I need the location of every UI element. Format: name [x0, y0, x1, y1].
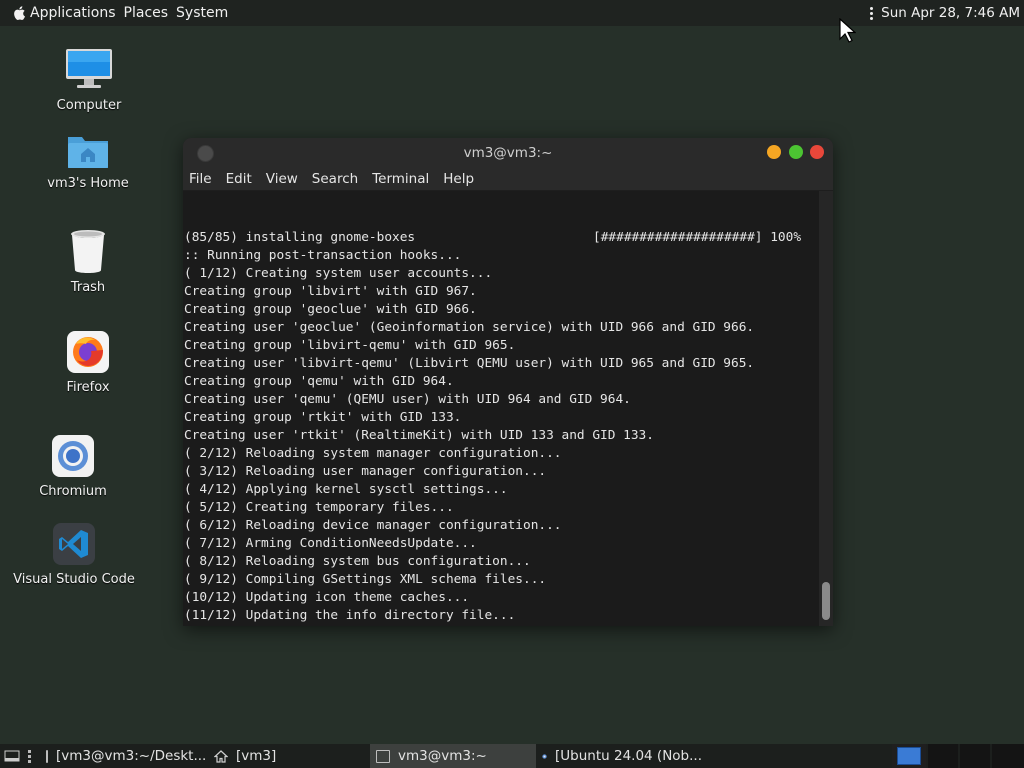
trash-icon	[71, 230, 105, 273]
menu-terminal[interactable]: Terminal	[365, 171, 436, 187]
terminal-line: Creating group 'libvirt-qemu' with GID 9…	[184, 338, 516, 353]
vscode-icon	[53, 523, 95, 565]
taskbar-handle-icon[interactable]	[28, 749, 36, 763]
desktop-icon-firefox[interactable]: Firefox	[60, 330, 116, 395]
terminal-line: :: Running post-transaction hooks...	[184, 248, 462, 263]
maximize-button[interactable]	[789, 145, 803, 159]
terminal-line: ( 8/12) Reloading system bus configurati…	[184, 554, 531, 569]
menu-edit[interactable]: Edit	[219, 171, 259, 187]
terminal-line: Creating group 'geoclue' with GID 966.	[184, 302, 477, 317]
chromium-icon	[52, 435, 94, 477]
desktop-icon-label: Firefox	[66, 380, 110, 395]
terminal-line: ( 4/12) Applying kernel sysctl settings.…	[184, 482, 508, 497]
home-folder-icon	[68, 137, 108, 168]
taskbar-item-terminal-active[interactable]: vm3@vm3:~	[370, 744, 536, 768]
terminal-line: Creating user 'qemu' (QEMU user) with UI…	[184, 392, 631, 407]
terminal-line: ( 9/12) Compiling GSettings XML schema f…	[184, 572, 547, 587]
minimize-button[interactable]	[767, 145, 781, 159]
window-title: vm3@vm3:~	[463, 145, 553, 161]
scrollbar[interactable]	[819, 191, 833, 626]
terminal-line: (12/12) Updating the desktop file MIME t…	[184, 625, 819, 626]
progress-bar-text: [####################] 100%	[593, 230, 802, 245]
computer-icon	[66, 49, 112, 88]
menu-search[interactable]: Search	[305, 171, 365, 187]
menu-view[interactable]: View	[259, 171, 305, 187]
terminal-line: Creating user 'geoclue' (Geoinformation …	[184, 320, 755, 335]
terminal-line-text: (85/85) installing gnome-boxes	[184, 230, 416, 245]
terminal-lines: :: Running post-transaction hooks...( 1/…	[184, 247, 819, 626]
show-desktop-button[interactable]	[0, 744, 24, 768]
firefox-icon	[67, 331, 109, 373]
places-menu[interactable]: Places	[124, 5, 177, 21]
desktop-icon-home[interactable]: vm3's Home	[47, 132, 129, 191]
applications-menu[interactable]: Applications	[30, 5, 124, 21]
terminal-line: ( 5/12) Creating temporary files...	[184, 500, 454, 515]
desktop-icon-computer[interactable]: Computer	[50, 48, 128, 113]
terminal-line: (85/85) installing gnome-boxes [#########…	[184, 229, 819, 247]
top-panel: Applications Places System Sun Apr 28, 7…	[0, 0, 1024, 26]
chromium-icon	[542, 753, 547, 759]
menubar: File Edit View Search Terminal Help	[183, 168, 833, 190]
terminal-line: ( 2/12) Reloading system manager configu…	[184, 446, 562, 461]
desktop-icon-vscode[interactable]: Visual Studio Code	[13, 522, 135, 587]
panel-options-icon[interactable]	[870, 6, 874, 20]
terminal-window[interactable]: vm3@vm3:~ File Edit View Search Terminal…	[183, 138, 833, 626]
terminal-line: Creating user 'rtkit' (RealtimeKit) with…	[184, 428, 654, 443]
apple-logo-icon[interactable]	[12, 5, 26, 21]
terminal-line: Creating group 'rtkit' with GID 133.	[184, 410, 462, 425]
menu-help[interactable]: Help	[436, 171, 481, 187]
desktop-icon-label: Visual Studio Code	[13, 572, 135, 587]
terminal-icon	[46, 749, 48, 763]
taskbar-item-label: [vm3]	[236, 748, 277, 764]
close-button[interactable]	[810, 145, 824, 159]
terminal-line: ( 3/12) Reloading user manager configura…	[184, 464, 547, 479]
workspace-3[interactable]	[960, 744, 990, 768]
taskbar-item-chromium[interactable]: [Ubuntu 24.04 (Nob...	[536, 744, 708, 768]
terminal-line: Creating group 'qemu' with GID 964.	[184, 374, 454, 389]
terminal-line: Creating group 'libvirt' with GID 967.	[184, 284, 477, 299]
home-icon	[214, 749, 228, 763]
desktop-icon-label: Chromium	[39, 484, 107, 499]
clock[interactable]: Sun Apr 28, 7:46 AM	[881, 5, 1020, 21]
terminal-line: (11/12) Updating the info directory file…	[184, 608, 516, 623]
bottom-panel: [vm3@vm3:~/Deskt... [vm3] vm3@vm3:~ [Ubu…	[0, 744, 1024, 768]
terminal-line: Creating user 'libvirt-qemu' (Libvirt QE…	[184, 356, 755, 371]
taskbar-item-home[interactable]: [vm3]	[208, 744, 370, 768]
scrollbar-thumb[interactable]	[822, 582, 830, 620]
workspace-window-thumb	[897, 747, 921, 765]
taskbar-item-label: [Ubuntu 24.04 (Nob...	[555, 748, 702, 764]
titlebar[interactable]: vm3@vm3:~	[183, 138, 833, 168]
terminal-output[interactable]: (85/85) installing gnome-boxes [#########…	[183, 191, 819, 626]
window-menu-button[interactable]	[197, 145, 214, 162]
show-desktop-icon	[4, 750, 20, 762]
workspace-1[interactable]	[892, 744, 926, 768]
taskbar-item-label: [vm3@vm3:~/Deskt...	[56, 748, 207, 764]
taskbar-item-terminal-desktop[interactable]: [vm3@vm3:~/Deskt...	[40, 744, 208, 768]
workspace-4[interactable]	[992, 744, 1024, 768]
desktop-icon-label: Trash	[70, 280, 106, 295]
desktop-icon-label: vm3's Home	[47, 176, 129, 191]
taskbar-item-label: vm3@vm3:~	[398, 748, 487, 764]
desktop-icon-label: Computer	[56, 98, 122, 113]
desktop-icon-trash[interactable]: Trash	[60, 228, 116, 295]
terminal-icon	[376, 749, 390, 763]
menu-file[interactable]: File	[183, 171, 219, 187]
terminal-line: ( 7/12) Arming ConditionNeedsUpdate...	[184, 536, 477, 551]
terminal-line: ( 1/12) Creating system user accounts...	[184, 266, 493, 281]
system-menu[interactable]: System	[176, 5, 236, 21]
mouse-cursor-icon	[839, 18, 856, 43]
desktop-icon-chromium[interactable]: Chromium	[38, 434, 108, 499]
terminal-line: (10/12) Updating icon theme caches...	[184, 590, 470, 605]
workspace-2[interactable]	[928, 744, 958, 768]
terminal-line: ( 6/12) Reloading device manager configu…	[184, 518, 562, 533]
